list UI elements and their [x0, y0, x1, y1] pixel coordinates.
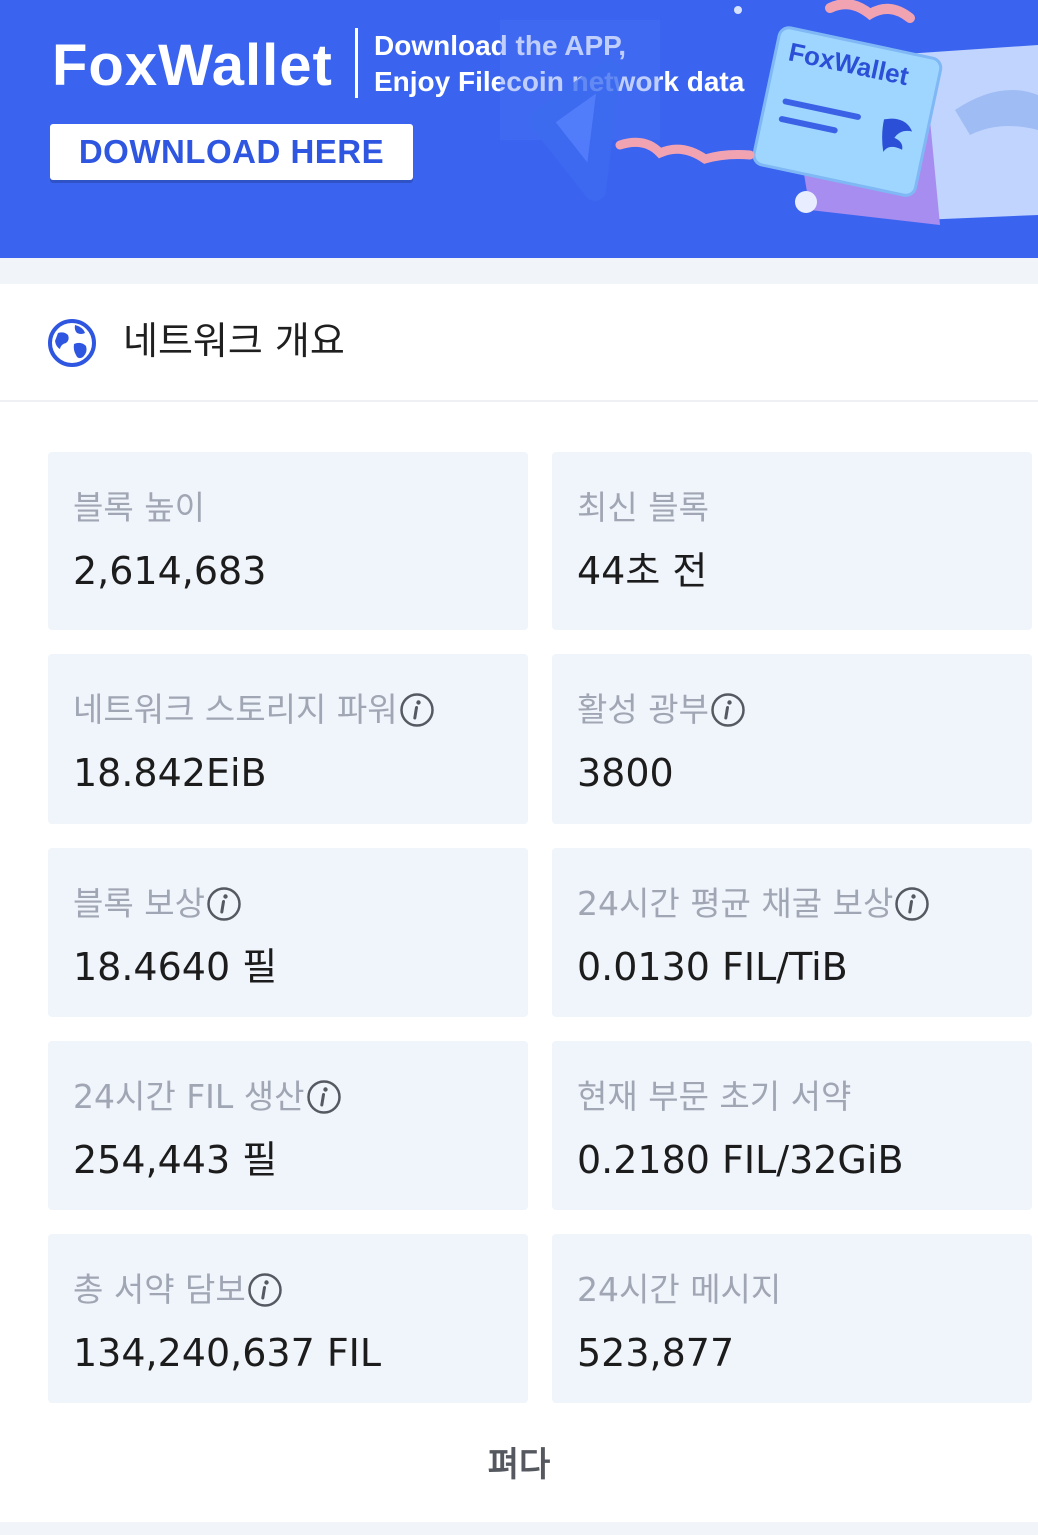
stat-card-initial-pledge: 현재 부문 초기 서약 0.2180 FIL/32GiB	[552, 1041, 1032, 1210]
banner-illustration: FoxWallet	[500, 0, 1038, 225]
stat-label: 현재 부문 초기 서약	[577, 1075, 851, 1119]
stat-value: 134,240,637 FIL	[73, 1331, 382, 1375]
info-icon[interactable]	[399, 692, 435, 728]
stat-value: 0.0130 FIL/TiB	[577, 945, 848, 989]
stat-label: 블록 높이	[73, 486, 205, 530]
stat-card-latest-block: 최신 블록 44초 전	[552, 452, 1032, 630]
stat-label-text: 최신 블록	[577, 488, 709, 527]
stat-label-text: 24시간 FIL 생산	[73, 1077, 305, 1116]
stat-value: 18.842EiB	[73, 751, 267, 795]
stat-card-block-reward: 블록 보상 18.4640 필	[48, 848, 528, 1017]
stat-label: 최신 블록	[577, 486, 709, 530]
stat-card-storage-power: 네트워크 스토리지 파워 18.842EiB	[48, 654, 528, 824]
stat-label-text: 24시간 메시지	[577, 1270, 782, 1309]
stat-card-24h-messages: 24시간 메시지 523,877	[552, 1234, 1032, 1403]
bottom-separator	[0, 1522, 1038, 1535]
stat-card-avg-mining-reward: 24시간 평균 채굴 보상 0.0130 FIL/TiB	[552, 848, 1032, 1017]
stat-label: 24시간 평균 채굴 보상	[577, 882, 930, 926]
download-app-banner[interactable]: FoxWallet Download the APP, Enjoy Fileco…	[0, 0, 1038, 258]
stat-value: 254,443 필	[73, 1138, 278, 1182]
stat-label-text: 블록 높이	[73, 488, 205, 527]
info-icon[interactable]	[206, 886, 242, 922]
stat-value: 3800	[577, 751, 674, 795]
stat-label-text: 블록 보상	[73, 884, 205, 923]
stat-label-text: 네트워크 스토리지 파워	[73, 690, 398, 729]
section-separator	[0, 258, 1038, 284]
stat-card-block-height: 블록 높이 2,614,683	[48, 452, 528, 630]
section-title: 네트워크 개요	[123, 319, 345, 363]
expand-button[interactable]: 펴다	[0, 1435, 1038, 1495]
stat-label-text: 활성 광부	[577, 690, 709, 729]
stat-label: 총 서약 담보	[73, 1268, 283, 1312]
globe-icon	[48, 319, 96, 367]
stat-label: 24시간 FIL 생산	[73, 1075, 342, 1119]
stat-label-text: 현재 부문 초기 서약	[577, 1077, 852, 1116]
stat-value: 18.4640 필	[73, 945, 278, 989]
network-overview-header: 네트워크 개요	[0, 284, 1038, 402]
download-here-button[interactable]: DOWNLOAD HERE	[50, 124, 413, 180]
brand-logo: FoxWallet	[52, 33, 333, 98]
stat-label: 블록 보상	[73, 882, 242, 926]
info-icon[interactable]	[306, 1079, 342, 1115]
stat-value: 44초 전	[577, 549, 708, 593]
info-icon[interactable]	[247, 1272, 283, 1308]
info-icon[interactable]	[894, 886, 930, 922]
info-icon[interactable]	[710, 692, 746, 728]
stat-card-fil-production: 24시간 FIL 생산 254,443 필	[48, 1041, 528, 1210]
stat-label: 활성 광부	[577, 688, 746, 732]
stat-card-total-pledge: 총 서약 담보 134,240,637 FIL	[48, 1234, 528, 1403]
stat-value: 523,877	[577, 1331, 735, 1375]
stat-label: 24시간 메시지	[577, 1268, 781, 1312]
stat-value: 2,614,683	[73, 549, 267, 593]
brand-divider	[355, 28, 358, 98]
stat-label: 네트워크 스토리지 파워	[73, 688, 435, 732]
stat-label-text: 총 서약 담보	[73, 1270, 246, 1309]
stat-value: 0.2180 FIL/32GiB	[577, 1138, 904, 1182]
stat-label-text: 24시간 평균 채굴 보상	[577, 884, 894, 923]
stat-card-active-miners: 활성 광부 3800	[552, 654, 1032, 824]
